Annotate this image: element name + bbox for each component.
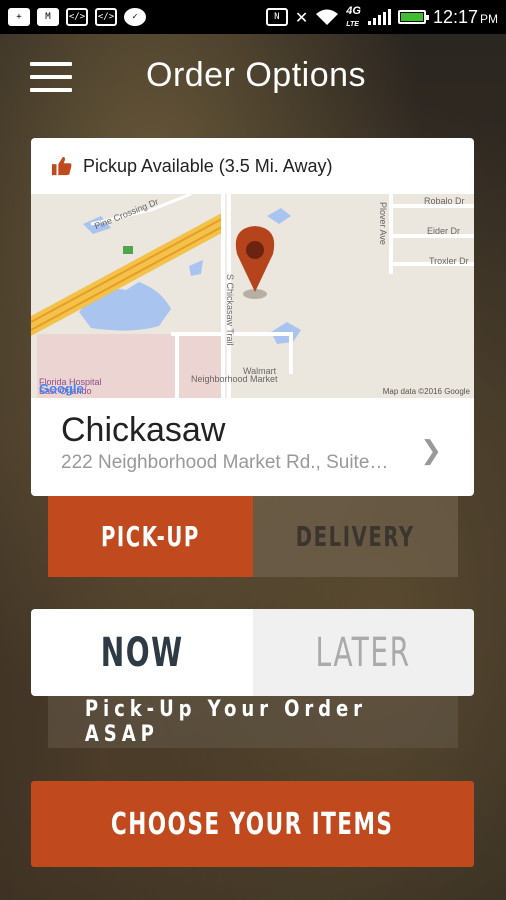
store-name: Chickasaw [61,411,226,449]
availability-text: Pickup Available (3.5 Mi. Away) [83,155,333,176]
now-button[interactable]: NOW [31,609,253,696]
mute-icon: ✕ [294,7,309,27]
pickup-button[interactable]: PICK-UP [48,496,253,577]
map-label-troxler: Troxler Dr [429,256,469,266]
code-icon: </> [66,8,88,26]
availability-row: Pickup Available (3.5 Mi. Away) [31,138,474,194]
map-label-neighborhood: Neighborhood Market [191,374,278,384]
page-title: Order Options [146,56,367,94]
later-button[interactable]: LATER [252,609,474,696]
map-attribution: Map data ©2016 Google [382,387,470,396]
add-icon: + [8,8,30,26]
hamburger-icon[interactable] [30,62,74,92]
mail-icon: M [37,8,59,26]
wifi-icon [316,9,339,25]
battery-icon [397,10,429,24]
status-bar: + M </> </> ✓ N ✕ 4G LTE 12:17 PM [0,0,506,34]
signal-icon [367,9,391,25]
map-label-plover: Plover Ave [378,202,388,245]
google-logo: Google [39,381,84,396]
store-selector[interactable]: Chickasaw 222 Neighborhood Market Rd., S… [31,398,474,496]
chevron-right-icon: ❯ [420,436,442,466]
choose-items-button[interactable]: CHOOSE YOUR ITEMS [31,781,474,867]
nfc-icon: N [265,8,288,26]
lte-icon: 4G LTE [346,5,361,28]
chat-icon: ✓ [124,8,146,26]
code-icon: </> [95,8,117,26]
store-map[interactable]: Robalo Dr Plover Ave Eider Dr Troxler Dr… [31,194,474,398]
thumbs-up-icon [51,156,72,176]
map-label-chickasaw: S Chickasaw Trail [225,274,235,346]
store-address: 222 Neighborhood Market Rd., Suite… [61,452,389,473]
system-icons: N ✕ 4G LTE 12:17 PM [265,5,498,29]
fulfillment-toggle: PICK-UP DELIVERY [48,496,458,577]
map-label-robalo: Robalo Dr [424,196,465,206]
map-label-eider: Eider Dr [427,226,461,236]
location-card: Pickup Available (3.5 Mi. Away) Robalo D… [31,138,474,496]
timing-toggle: NOW LATER [31,609,474,696]
timing-message: Pick-Up Your Order ASAP [48,696,458,748]
clock: 12:17 PM [432,6,498,27]
app-header: Order Options [0,34,506,122]
delivery-button[interactable]: DELIVERY [253,496,458,577]
notification-icons: + M </> </> ✓ [8,8,146,26]
